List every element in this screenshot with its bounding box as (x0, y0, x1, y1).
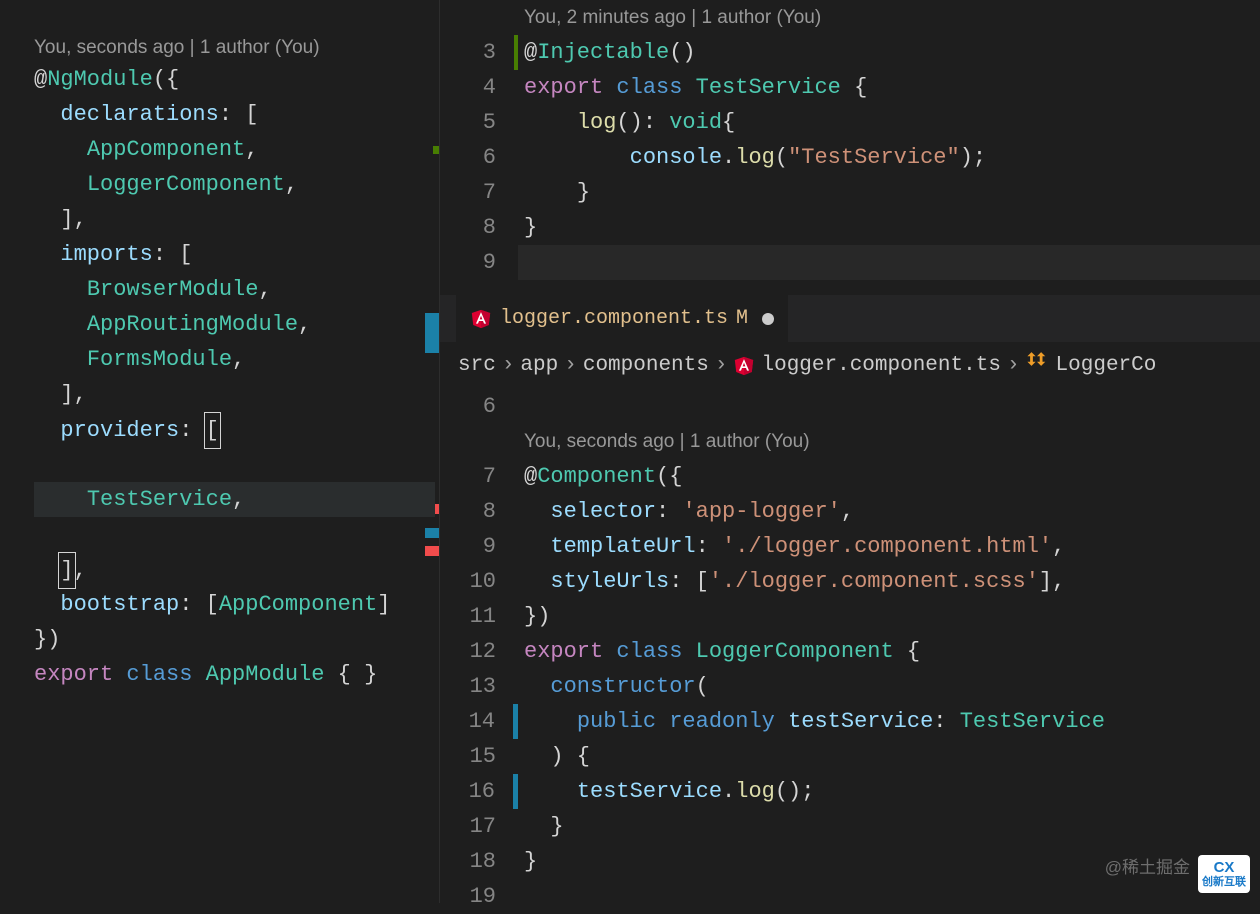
breadcrumb-seg[interactable]: components (583, 348, 709, 383)
class-symbol-icon (1026, 348, 1050, 383)
breadcrumb-seg[interactable]: LoggerCo (1056, 348, 1157, 383)
top-codelens[interactable]: You, 2 minutes ago | 1 author (You) (518, 0, 1260, 35)
chevron-right-icon: › (715, 348, 728, 383)
chevron-right-icon: › (502, 348, 515, 383)
left-editor-pane[interactable]: You, seconds ago | 1 author (You) @NgMod… (0, 0, 440, 903)
logo-badge: CX 创新互联 (1198, 855, 1250, 893)
tab-filename: logger.component.ts (500, 301, 728, 336)
codelens-annotation[interactable]: You, seconds ago | 1 author (You) (34, 30, 320, 65)
tab-dirty-dot-icon (762, 313, 774, 325)
breadcrumb-seg[interactable]: logger.component.ts (761, 348, 1000, 383)
chevron-right-icon: › (564, 348, 577, 383)
breadcrumb-seg[interactable]: app (520, 348, 558, 383)
breadcrumb-seg[interactable]: src (458, 348, 496, 383)
tab-logger-component[interactable]: logger.component.ts M (456, 295, 788, 342)
left-code-area[interactable]: @NgModule({ declarations: [ AppComponent… (34, 62, 435, 692)
breadcrumb[interactable]: src › app › components › logger.componen… (440, 342, 1260, 389)
watermark-text: @稀土掘金 (1105, 850, 1190, 885)
top-gutter: 3 4 5 6 7 8 9 (440, 0, 518, 280)
top-editor-pane[interactable]: 3 4 5 6 7 8 9 You, 2 minutes ago | 1 aut… (440, 0, 1260, 295)
tab-bar: logger.component.ts M (440, 295, 1260, 342)
chevron-right-icon: › (1007, 348, 1020, 383)
bottom-editor-pane[interactable]: 6 7 8 9 10 11 12 13 14 15 16 17 18 19 (440, 389, 1260, 914)
bottom-codelens[interactable]: You, seconds ago | 1 author (You) (518, 424, 1260, 459)
bottom-gutter: 6 7 8 9 10 11 12 13 14 15 16 17 18 19 (440, 389, 518, 914)
angular-icon (470, 308, 492, 330)
tab-modified-indicator: M (736, 301, 748, 336)
angular-icon (733, 355, 755, 377)
top-lines[interactable]: You, 2 minutes ago | 1 author (You) @Inj… (518, 0, 1260, 280)
bottom-lines[interactable]: You, seconds ago | 1 author (You) @Compo… (518, 389, 1260, 914)
